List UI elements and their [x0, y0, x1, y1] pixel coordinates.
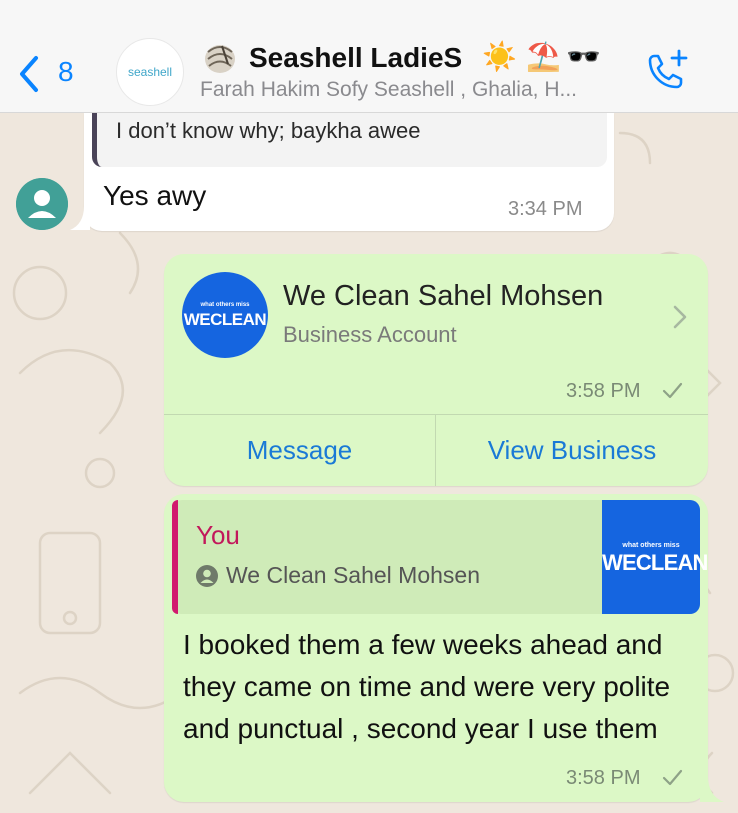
view-business-button[interactable]: View Business [436, 414, 708, 486]
incoming-bubble-tail [70, 206, 90, 230]
group-title[interactable]: Seashell LadieS [249, 42, 462, 74]
umbrella-emoji-icon: ⛱️ [526, 41, 561, 72]
sent-check-icon [662, 769, 683, 786]
sender-avatar-icon[interactable] [16, 178, 68, 230]
reply-message-time: 3:58 PM [566, 767, 641, 789]
group-avatar-logo-text: seashell [127, 65, 173, 79]
chat-header: 8 seashell Seashell LadieS ☀️ ⛱️ 🕶️ Fara… [0, 0, 738, 113]
sun-emoji-icon: ☀️ [482, 41, 517, 72]
contact-card-time: 3:58 PM [566, 380, 641, 402]
group-members-subtitle[interactable]: Farah Hakim Sofy Seashell , Ghalia, H... [200, 78, 620, 102]
contact-card-subtitle: Business Account [283, 322, 457, 347]
reply-quote-accent-bar [172, 500, 178, 614]
business-avatar-tagline: what others miss [200, 302, 250, 308]
outgoing-bubble-tail [700, 776, 724, 802]
group-avatar[interactable]: seashell [116, 38, 184, 106]
sunglasses-emoji-icon: 🕶️ [566, 41, 601, 72]
business-avatar-brand: WECLEAN [183, 310, 267, 329]
business-avatar[interactable]: what others miss WECLEAN [182, 272, 268, 358]
reply-quoted-contact-name: We Clean Sahel Mohsen [226, 562, 480, 588]
contact-card-name[interactable]: We Clean Sahel Mohsen [283, 280, 603, 313]
message-button[interactable]: Message [164, 414, 435, 486]
contact-person-icon [196, 565, 218, 587]
unread-count[interactable]: 8 [58, 56, 74, 88]
reply-quote-author: You [196, 520, 240, 550]
incoming-message-text: Yes awy [103, 180, 207, 211]
incoming-message-time: 3:34 PM [508, 198, 583, 220]
sent-check-icon [662, 382, 683, 399]
chevron-right-icon[interactable] [672, 304, 688, 330]
quoted-message-text: I don’t know why; baykha awee [116, 118, 421, 143]
back-chevron-icon[interactable] [14, 54, 44, 94]
thumbnail-brand: WECLEAN [602, 550, 708, 575]
seashell-emoji-icon [205, 45, 235, 73]
reply-quote-thumbnail: what others miss WECLEAN [602, 500, 708, 614]
reply-message-text: I booked them a few weeks ahead and they… [183, 629, 671, 744]
add-call-icon[interactable] [642, 48, 692, 92]
thumbnail-tagline: what others miss [622, 542, 680, 549]
